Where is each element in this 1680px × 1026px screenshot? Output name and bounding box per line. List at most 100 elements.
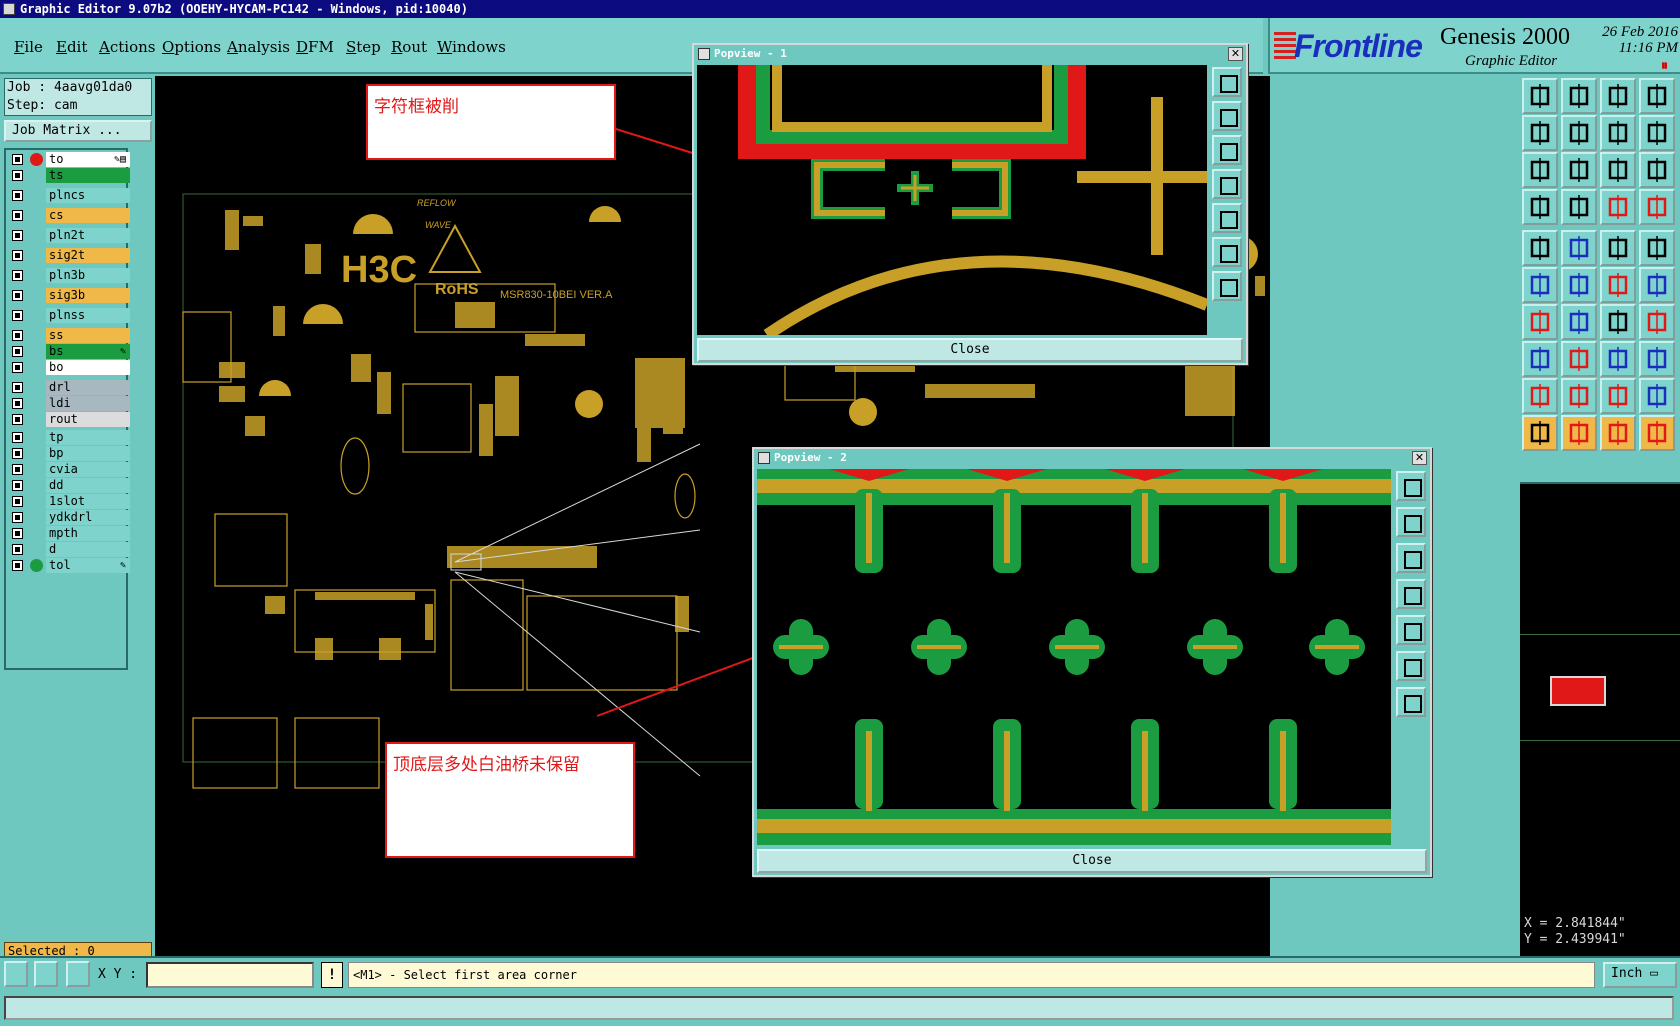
popview-1-zoom-out-icon[interactable] — [1212, 135, 1242, 165]
delete-icon[interactable] — [1522, 341, 1558, 377]
minus-icon[interactable] — [1561, 341, 1597, 377]
text4-icon[interactable] — [1639, 378, 1675, 414]
layer-checkbox[interactable] — [12, 480, 23, 491]
popview-2-close-icon[interactable]: ✕ — [1412, 451, 1427, 465]
layer-checkbox[interactable] — [12, 560, 23, 571]
pan-zoom-icon[interactable] — [1600, 115, 1636, 151]
layer-checkbox[interactable] — [12, 528, 23, 539]
pad-icon[interactable] — [1639, 230, 1675, 266]
layer-row[interactable]: sig3b — [8, 288, 130, 303]
popview-1-close-button[interactable]: Close — [697, 338, 1243, 362]
grid-icon[interactable] — [1561, 189, 1597, 225]
popview-1-canvas[interactable] — [697, 65, 1207, 335]
overview-preview[interactable] — [1520, 482, 1680, 954]
layer-name[interactable]: sig2t — [46, 248, 130, 263]
popview-1-fit-icon[interactable] — [1212, 67, 1242, 97]
menu-windows[interactable]: Windows — [437, 38, 506, 56]
copy-icon[interactable] — [1639, 341, 1675, 377]
popview-2-fit-icon[interactable] — [1396, 471, 1426, 501]
center-icon[interactable] — [1522, 152, 1558, 188]
menu-rout[interactable]: Rout — [391, 38, 427, 56]
layer-checkbox[interactable] — [12, 414, 23, 425]
menu-options[interactable]: Options — [162, 38, 221, 56]
job-matrix-button[interactable]: Job Matrix ... — [4, 120, 152, 142]
layer-checkbox[interactable] — [12, 382, 23, 393]
layer-name[interactable]: ydkdrl — [46, 510, 130, 525]
pan-left-icon[interactable] — [1522, 115, 1558, 151]
popview-2-pan-left-icon[interactable] — [1396, 579, 1426, 609]
scale-icon[interactable] — [1600, 152, 1636, 188]
layer-checkbox[interactable] — [12, 250, 23, 261]
layer-row[interactable]: plnss — [8, 308, 130, 323]
layer-row[interactable]: ydkdrl — [8, 510, 130, 525]
layer-row[interactable]: bp — [8, 446, 130, 461]
layer-checkbox[interactable] — [12, 346, 23, 357]
layer-row[interactable]: drl — [8, 380, 130, 395]
layer-checkbox[interactable] — [12, 496, 23, 507]
help-icon[interactable] — [1639, 152, 1675, 188]
layer-row[interactable]: cs — [8, 208, 130, 223]
layer-name[interactable]: dd — [46, 478, 130, 493]
popview-1-zoom-in-icon[interactable] — [1212, 101, 1242, 131]
fit-icon[interactable] — [1522, 78, 1558, 114]
layer-checkbox[interactable] — [12, 330, 23, 341]
measure-icon[interactable] — [1522, 189, 1558, 225]
popview-2-zoom-out-icon[interactable] — [1396, 543, 1426, 573]
popview-2-center-icon[interactable] — [1396, 687, 1426, 717]
layer-checkbox[interactable] — [12, 170, 23, 181]
zoom-area-icon[interactable] — [1639, 78, 1675, 114]
layer-name[interactable]: plncs — [46, 188, 130, 203]
pointer-icon[interactable] — [1522, 415, 1558, 451]
layer-name[interactable]: drl — [46, 380, 130, 395]
layer-row[interactable]: tol ✎ — [8, 558, 130, 573]
layer-row[interactable]: plncs — [8, 188, 130, 203]
layer-checkbox[interactable] — [12, 544, 23, 555]
layer-name[interactable]: 1slot — [46, 494, 130, 509]
layer-name[interactable]: tol ✎ — [46, 558, 130, 573]
resize-icon[interactable] — [1600, 341, 1636, 377]
layer-name[interactable]: bs ✎ — [46, 344, 130, 359]
popview-2-pan-right-icon[interactable] — [1396, 615, 1426, 645]
line-icon[interactable] — [1522, 304, 1558, 340]
route-icon[interactable] — [1639, 267, 1675, 303]
layer-name[interactable]: sig3b — [46, 288, 130, 303]
preview-viewport[interactable] — [1550, 676, 1606, 706]
pointer2-icon[interactable] — [1561, 415, 1597, 451]
layer-row[interactable]: dd — [8, 478, 130, 493]
layer-row[interactable]: ss — [8, 328, 130, 343]
layer-row[interactable]: rout — [8, 412, 130, 427]
layer-checkbox[interactable] — [12, 398, 23, 409]
layer-name[interactable]: ldi — [46, 396, 130, 411]
pause-icon[interactable]: ⏸ — [1661, 58, 1668, 74]
menu-file[interactable]: File — [14, 38, 43, 56]
menu-actions[interactable]: Actions — [99, 38, 155, 56]
layer-checkbox[interactable] — [12, 448, 23, 459]
grid-icon[interactable] — [66, 961, 90, 987]
xy-input[interactable] — [146, 962, 314, 988]
layer-checkbox[interactable] — [12, 464, 23, 475]
popview-1-pan-left-icon[interactable] — [1212, 169, 1242, 199]
layer-name[interactable]: plnss — [46, 308, 130, 323]
layer-name[interactable]: ss — [46, 328, 130, 343]
layer-checkbox[interactable] — [12, 190, 23, 201]
layer-name[interactable]: cvia — [46, 462, 130, 477]
layer-name[interactable]: cs — [46, 208, 130, 223]
layer-row[interactable]: bs ✎ — [8, 344, 130, 359]
layer-checkbox[interactable] — [12, 512, 23, 523]
measure-icon[interactable] — [34, 961, 58, 987]
zoom-fit-icon[interactable] — [4, 961, 28, 987]
layer-checkbox[interactable] — [12, 230, 23, 241]
zoom-in-icon[interactable] — [1561, 78, 1597, 114]
layer-checkbox[interactable] — [12, 310, 23, 321]
layer-row[interactable]: 1slot — [8, 494, 130, 509]
pointer3-icon[interactable] — [1600, 415, 1636, 451]
popview-2-canvas[interactable] — [757, 469, 1391, 845]
layer-checkbox[interactable] — [12, 154, 23, 165]
layer-name[interactable]: to ✎▤ — [46, 152, 130, 167]
connect-icon[interactable] — [1600, 267, 1636, 303]
layer-row[interactable]: tp — [8, 430, 130, 445]
home-icon[interactable] — [1600, 78, 1636, 114]
layer-row[interactable]: d — [8, 542, 130, 557]
layer-row[interactable]: ldi — [8, 396, 130, 411]
layer-name[interactable]: pln2t — [46, 228, 130, 243]
